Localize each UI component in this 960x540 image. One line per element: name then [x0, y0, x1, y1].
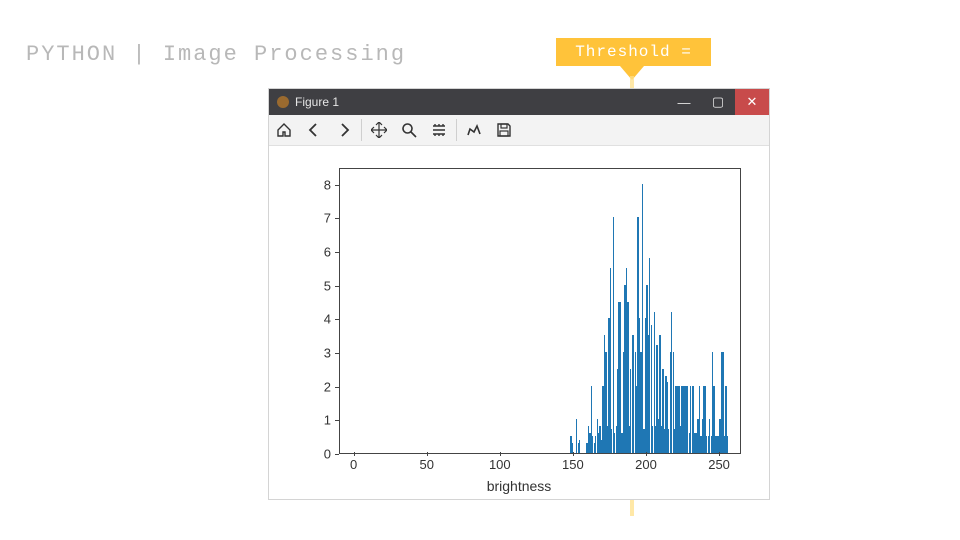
y-tick-mark	[335, 454, 339, 455]
y-tick-label: 5	[269, 278, 331, 293]
toolbar-separator	[361, 119, 362, 141]
close-button[interactable]: ✕	[735, 89, 769, 115]
x-tick-mark	[719, 452, 720, 456]
save-icon[interactable]	[489, 115, 519, 145]
plot-canvas[interactable]: 0 1 2 3 4 5 6 7 8 0 50 100 150 200 250 brightness	[269, 146, 769, 500]
y-tick-mark	[335, 420, 339, 421]
y-tick-label: 3	[269, 346, 331, 361]
y-tick-mark	[335, 252, 339, 253]
window-title: Figure 1	[295, 95, 667, 109]
y-tick-mark	[335, 286, 339, 287]
toolbar-separator	[456, 119, 457, 141]
x-tick-label: 200	[635, 457, 657, 472]
x-tick-label: 250	[708, 457, 730, 472]
pan-icon[interactable]	[364, 115, 394, 145]
y-tick-label: 1	[269, 413, 331, 428]
page-title: PYTHON | Image Processing	[26, 42, 406, 67]
maximize-button[interactable]: ▢	[701, 89, 735, 115]
y-tick-label: 2	[269, 379, 331, 394]
plot-axes	[339, 168, 741, 454]
x-tick-mark	[573, 452, 574, 456]
y-tick-mark	[335, 387, 339, 388]
y-tick-label: 4	[269, 312, 331, 327]
threshold-arrow-icon	[620, 66, 644, 80]
subplots-icon[interactable]	[424, 115, 454, 145]
y-tick-label: 6	[269, 245, 331, 260]
histogram-bar	[642, 184, 643, 453]
x-tick-label: 100	[489, 457, 511, 472]
y-tick-label: 0	[269, 447, 331, 462]
y-tick-mark	[335, 353, 339, 354]
threshold-badge: Threshold = 200	[556, 38, 711, 66]
forward-icon[interactable]	[329, 115, 359, 145]
edit-icon[interactable]	[459, 115, 489, 145]
back-icon[interactable]	[299, 115, 329, 145]
mpl-toolbar	[269, 115, 769, 146]
histogram-bar	[610, 268, 611, 453]
x-tick-label: 0	[350, 457, 357, 472]
x-tick-mark	[427, 452, 428, 456]
x-tick-label: 50	[419, 457, 433, 472]
x-tick-mark	[500, 452, 501, 456]
y-tick-mark	[335, 218, 339, 219]
y-tick-mark	[335, 319, 339, 320]
x-tick-label: 150	[562, 457, 584, 472]
window-titlebar[interactable]: Figure 1 — ▢ ✕	[269, 89, 769, 115]
histogram-bar	[727, 436, 728, 453]
y-tick-mark	[335, 185, 339, 186]
x-tick-mark	[646, 452, 647, 456]
x-axis-label: brightness	[269, 478, 769, 494]
zoom-icon[interactable]	[394, 115, 424, 145]
histogram-bar	[579, 440, 580, 453]
minimize-button[interactable]: —	[667, 89, 701, 115]
home-icon[interactable]	[269, 115, 299, 145]
x-tick-mark	[354, 452, 355, 456]
app-icon	[277, 96, 289, 108]
figure-window: Figure 1 — ▢ ✕	[268, 88, 770, 500]
y-tick-label: 7	[269, 211, 331, 226]
y-tick-label: 8	[269, 177, 331, 192]
histogram-bar	[620, 302, 621, 453]
histogram-bar	[613, 217, 614, 453]
bars-layer	[340, 169, 740, 453]
